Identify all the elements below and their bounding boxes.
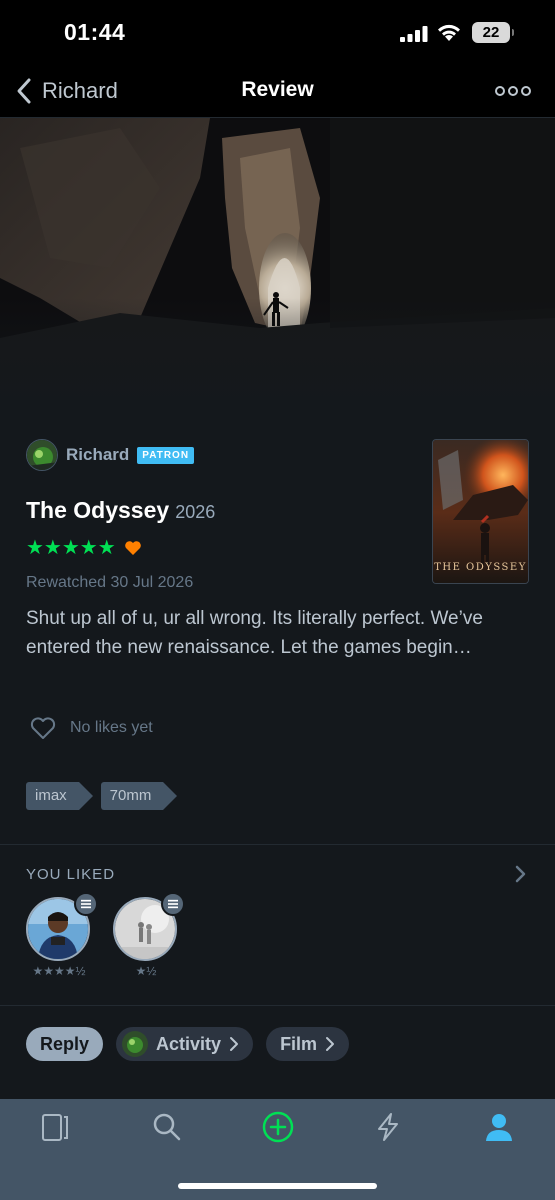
liked-list-item[interactable]: ★★★★½	[26, 892, 98, 978]
films-icon[interactable]	[40, 1111, 72, 1143]
film-button[interactable]: Film	[266, 1027, 350, 1061]
film-title-row[interactable]: The Odyssey 2026	[26, 497, 215, 524]
tag-70mm[interactable]: 70mm	[100, 782, 177, 810]
film-poster[interactable]: THE ODYSSEY	[432, 439, 529, 584]
list-icon	[161, 892, 185, 916]
divider	[0, 844, 555, 845]
film-label: Film	[280, 1033, 318, 1054]
likes-count: No likes yet	[70, 719, 153, 736]
more-options-icon[interactable]	[495, 84, 531, 98]
list-rating: ★★★★½	[32, 964, 86, 978]
action-bar: Reply Activity Film	[26, 1027, 362, 1061]
avatar	[26, 439, 58, 471]
activity-icon[interactable]	[372, 1111, 404, 1143]
divider	[0, 1005, 555, 1006]
wifi-icon	[438, 24, 460, 41]
review-body: Shut up all of u, ur all wrong. Its lite…	[26, 608, 483, 658]
profile-icon[interactable]	[483, 1111, 515, 1143]
watch-date: Rewatched 30 Jul 2026	[26, 574, 194, 591]
battery-icon: 22	[472, 22, 514, 43]
backdrop-image	[0, 118, 555, 418]
avatar	[122, 1031, 149, 1057]
cellular-signal-icon	[400, 26, 428, 42]
nav-bar: Richard Review	[0, 64, 555, 118]
likes-row: No likes yet	[30, 716, 153, 740]
review-author[interactable]: Richard PATRON	[26, 438, 195, 472]
status-bar: 01:44 22	[0, 0, 555, 64]
tag-imax[interactable]: imax	[26, 782, 93, 810]
film-title: The Odyssey	[26, 497, 170, 523]
home-indicator	[178, 1183, 377, 1189]
activity-label: Activity	[156, 1033, 222, 1054]
patron-badge: PATRON	[137, 446, 195, 464]
heart-outline-icon[interactable]	[30, 716, 56, 740]
liked-list-item[interactable]: ★½	[113, 892, 185, 978]
liked-heart-icon	[124, 540, 141, 555]
page-title: Review	[241, 78, 314, 101]
chevron-right-icon	[326, 1037, 335, 1051]
add-icon[interactable]	[262, 1111, 294, 1143]
you-liked-heading: YOU LIKED	[26, 866, 116, 883]
poster-title: THE ODYSSEY	[434, 562, 527, 573]
rating-row: ★★★★★	[26, 535, 142, 560]
film-year: 2026	[175, 502, 216, 522]
search-icon[interactable]	[151, 1111, 183, 1143]
chevron-right-icon	[230, 1037, 239, 1051]
status-time: 01:44	[64, 19, 126, 45]
reply-button[interactable]: Reply	[26, 1027, 104, 1061]
star-rating: ★★★★★	[26, 537, 116, 559]
chevron-right-icon[interactable]	[514, 864, 528, 884]
list-rating: ★½	[135, 964, 157, 978]
activity-button[interactable]: Activity	[116, 1027, 254, 1061]
tags: imax 70mm	[26, 782, 185, 810]
list-icon	[74, 892, 98, 916]
author-name: Richard	[66, 445, 130, 464]
